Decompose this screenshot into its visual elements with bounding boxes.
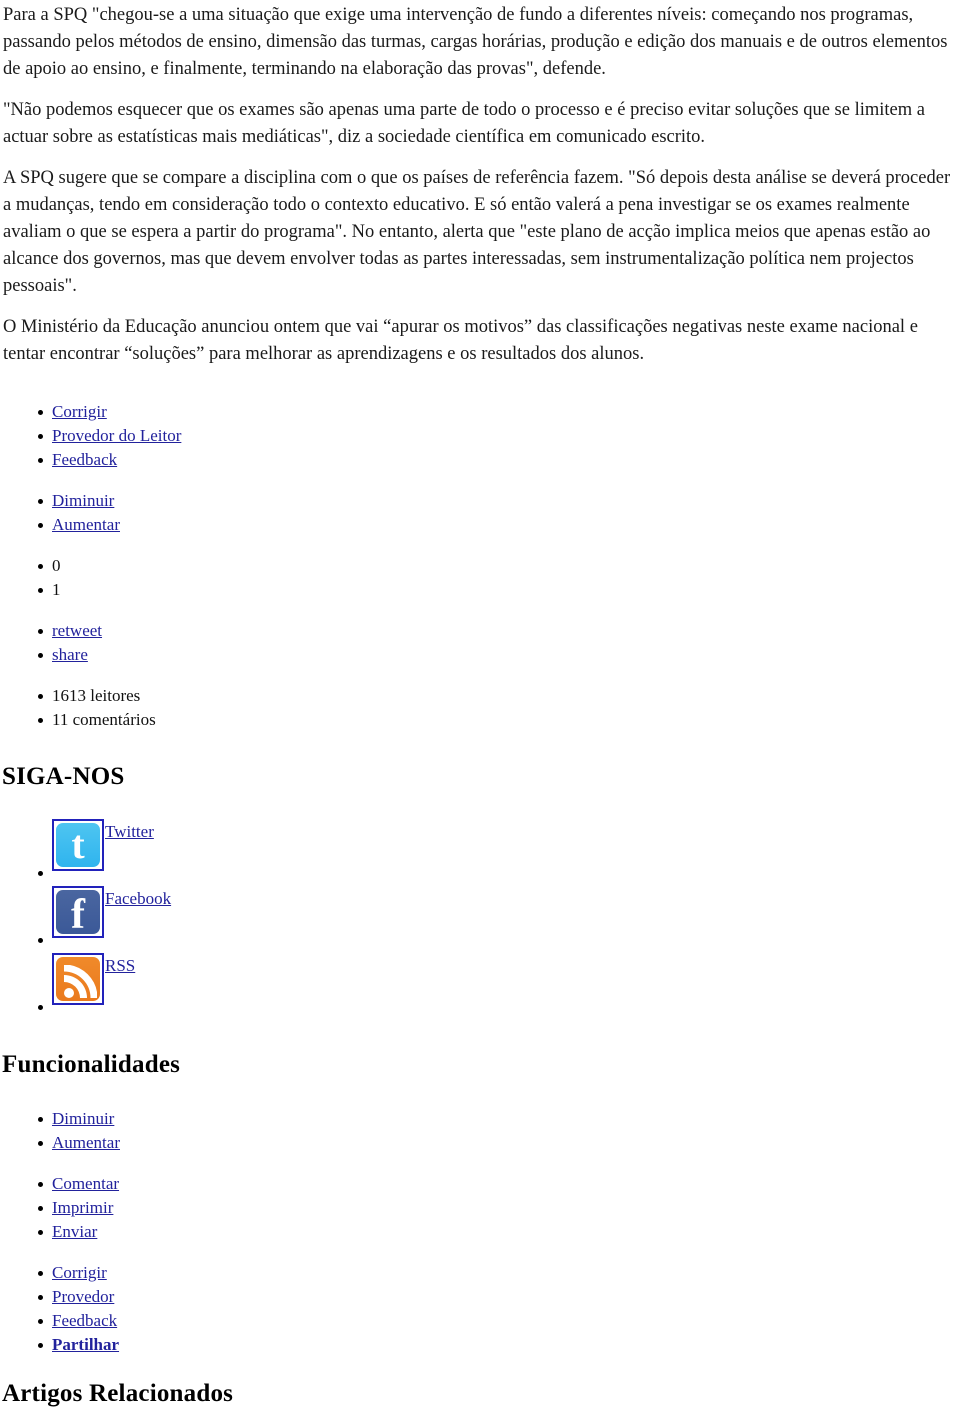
toolbar-group-corrections: Corrigir Provedor do Leitor Feedback bbox=[0, 400, 960, 472]
list-item: Imprimir bbox=[38, 1196, 960, 1220]
toolbar-group-social-share: retweet share bbox=[0, 619, 960, 667]
article-paragraph-3: A SPQ sugere que se compare a disciplina… bbox=[3, 168, 951, 296]
counter-value-zero: 0 bbox=[52, 556, 61, 575]
list-item: Aumentar bbox=[38, 513, 960, 537]
social-link-rss[interactable]: RSS bbox=[52, 953, 135, 1005]
list-item: t Twitter bbox=[38, 819, 960, 886]
related-section-title: Artigos Relacionados bbox=[2, 1380, 234, 1407]
list-item: Aumentar bbox=[38, 1131, 960, 1155]
features-link-aumentar[interactable]: Aumentar bbox=[52, 1133, 120, 1152]
stat-comments: 11 comentários bbox=[52, 710, 156, 729]
features-link-enviar[interactable]: Enviar bbox=[52, 1222, 97, 1241]
list-item: Corrigir bbox=[38, 400, 960, 424]
document-page: Para a SPQ "chegou-se a uma situação que… bbox=[0, 0, 960, 1427]
twitter-icon: t bbox=[52, 819, 104, 871]
features-group-feedback: Corrigir Provedor Feedback Partilhar bbox=[0, 1261, 960, 1357]
article-paragraph-4: O Ministério da Educação anunciou ontem … bbox=[3, 317, 918, 364]
list-item: 1 bbox=[38, 578, 960, 602]
list-item: Diminuir bbox=[38, 1107, 960, 1131]
toolbar-link-retweet[interactable]: retweet bbox=[52, 621, 102, 640]
features-group-actions: Comentar Imprimir Enviar bbox=[0, 1172, 960, 1244]
list-item: Diminuir bbox=[38, 489, 960, 513]
features-link-provedor[interactable]: Provedor bbox=[52, 1287, 114, 1306]
features-section-title: Funcionalidades bbox=[2, 1051, 181, 1078]
list-item: Provedor bbox=[38, 1285, 960, 1309]
article-body: Para a SPQ "chegou-se a uma situação que… bbox=[0, 0, 960, 368]
stat-readers: 1613 leitores bbox=[52, 686, 141, 705]
rss-icon bbox=[52, 953, 104, 1005]
counter-value-one: 1 bbox=[52, 580, 61, 599]
article-paragraph-2: "Não podemos esquecer que os exames são … bbox=[3, 100, 925, 147]
social-label-twitter: Twitter bbox=[105, 822, 154, 841]
social-link-facebook[interactable]: f Facebook bbox=[52, 886, 171, 938]
follow-social-list: t Twitter f Facebook RSS bbox=[0, 819, 960, 1020]
toolbar-link-aumentar[interactable]: Aumentar bbox=[52, 515, 120, 534]
list-item: Feedback bbox=[38, 1309, 960, 1333]
facebook-icon: f bbox=[52, 886, 104, 938]
list-item: 11 comentários bbox=[38, 708, 960, 732]
article-paragraph-1: Para a SPQ "chegou-se a uma situação que… bbox=[3, 5, 948, 79]
social-label-facebook: Facebook bbox=[105, 889, 172, 908]
features-link-imprimir[interactable]: Imprimir bbox=[52, 1198, 113, 1217]
list-item: Enviar bbox=[38, 1220, 960, 1244]
list-item: Corrigir bbox=[38, 1261, 960, 1285]
toolbar-link-feedback[interactable]: Feedback bbox=[52, 450, 117, 469]
toolbar-link-provedor-do-leitor[interactable]: Provedor do Leitor bbox=[52, 426, 181, 445]
social-label-rss: RSS bbox=[105, 956, 136, 975]
features-link-comentar[interactable]: Comentar bbox=[52, 1174, 119, 1193]
features-link-diminuir[interactable]: Diminuir bbox=[52, 1109, 114, 1128]
list-item: Partilhar bbox=[38, 1333, 960, 1357]
list-item: share bbox=[38, 643, 960, 667]
toolbar-group-counters: 0 1 bbox=[0, 554, 960, 602]
features-group-fontsize: Diminuir Aumentar bbox=[0, 1107, 960, 1155]
toolbar-link-share[interactable]: share bbox=[52, 645, 88, 664]
list-item: Feedback bbox=[38, 448, 960, 472]
follow-section-title: SIGA-NOS bbox=[2, 763, 125, 790]
toolbar-link-corrigir[interactable]: Corrigir bbox=[52, 402, 107, 421]
features-link-corrigir[interactable]: Corrigir bbox=[52, 1263, 107, 1282]
list-item: Comentar bbox=[38, 1172, 960, 1196]
toolbar-group-fontsize: Diminuir Aumentar bbox=[0, 489, 960, 537]
list-item: Provedor do Leitor bbox=[38, 424, 960, 448]
social-link-twitter[interactable]: t Twitter bbox=[52, 819, 154, 871]
list-item: RSS bbox=[38, 953, 960, 1020]
list-item: 1613 leitores bbox=[38, 684, 960, 708]
list-item: retweet bbox=[38, 619, 960, 643]
toolbar-link-diminuir[interactable]: Diminuir bbox=[52, 491, 114, 510]
toolbar-group-stats: 1613 leitores 11 comentários bbox=[0, 684, 960, 732]
list-item: 0 bbox=[38, 554, 960, 578]
features-link-partilhar[interactable]: Partilhar bbox=[52, 1335, 119, 1354]
features-link-feedback[interactable]: Feedback bbox=[52, 1311, 117, 1330]
list-item: f Facebook bbox=[38, 886, 960, 953]
